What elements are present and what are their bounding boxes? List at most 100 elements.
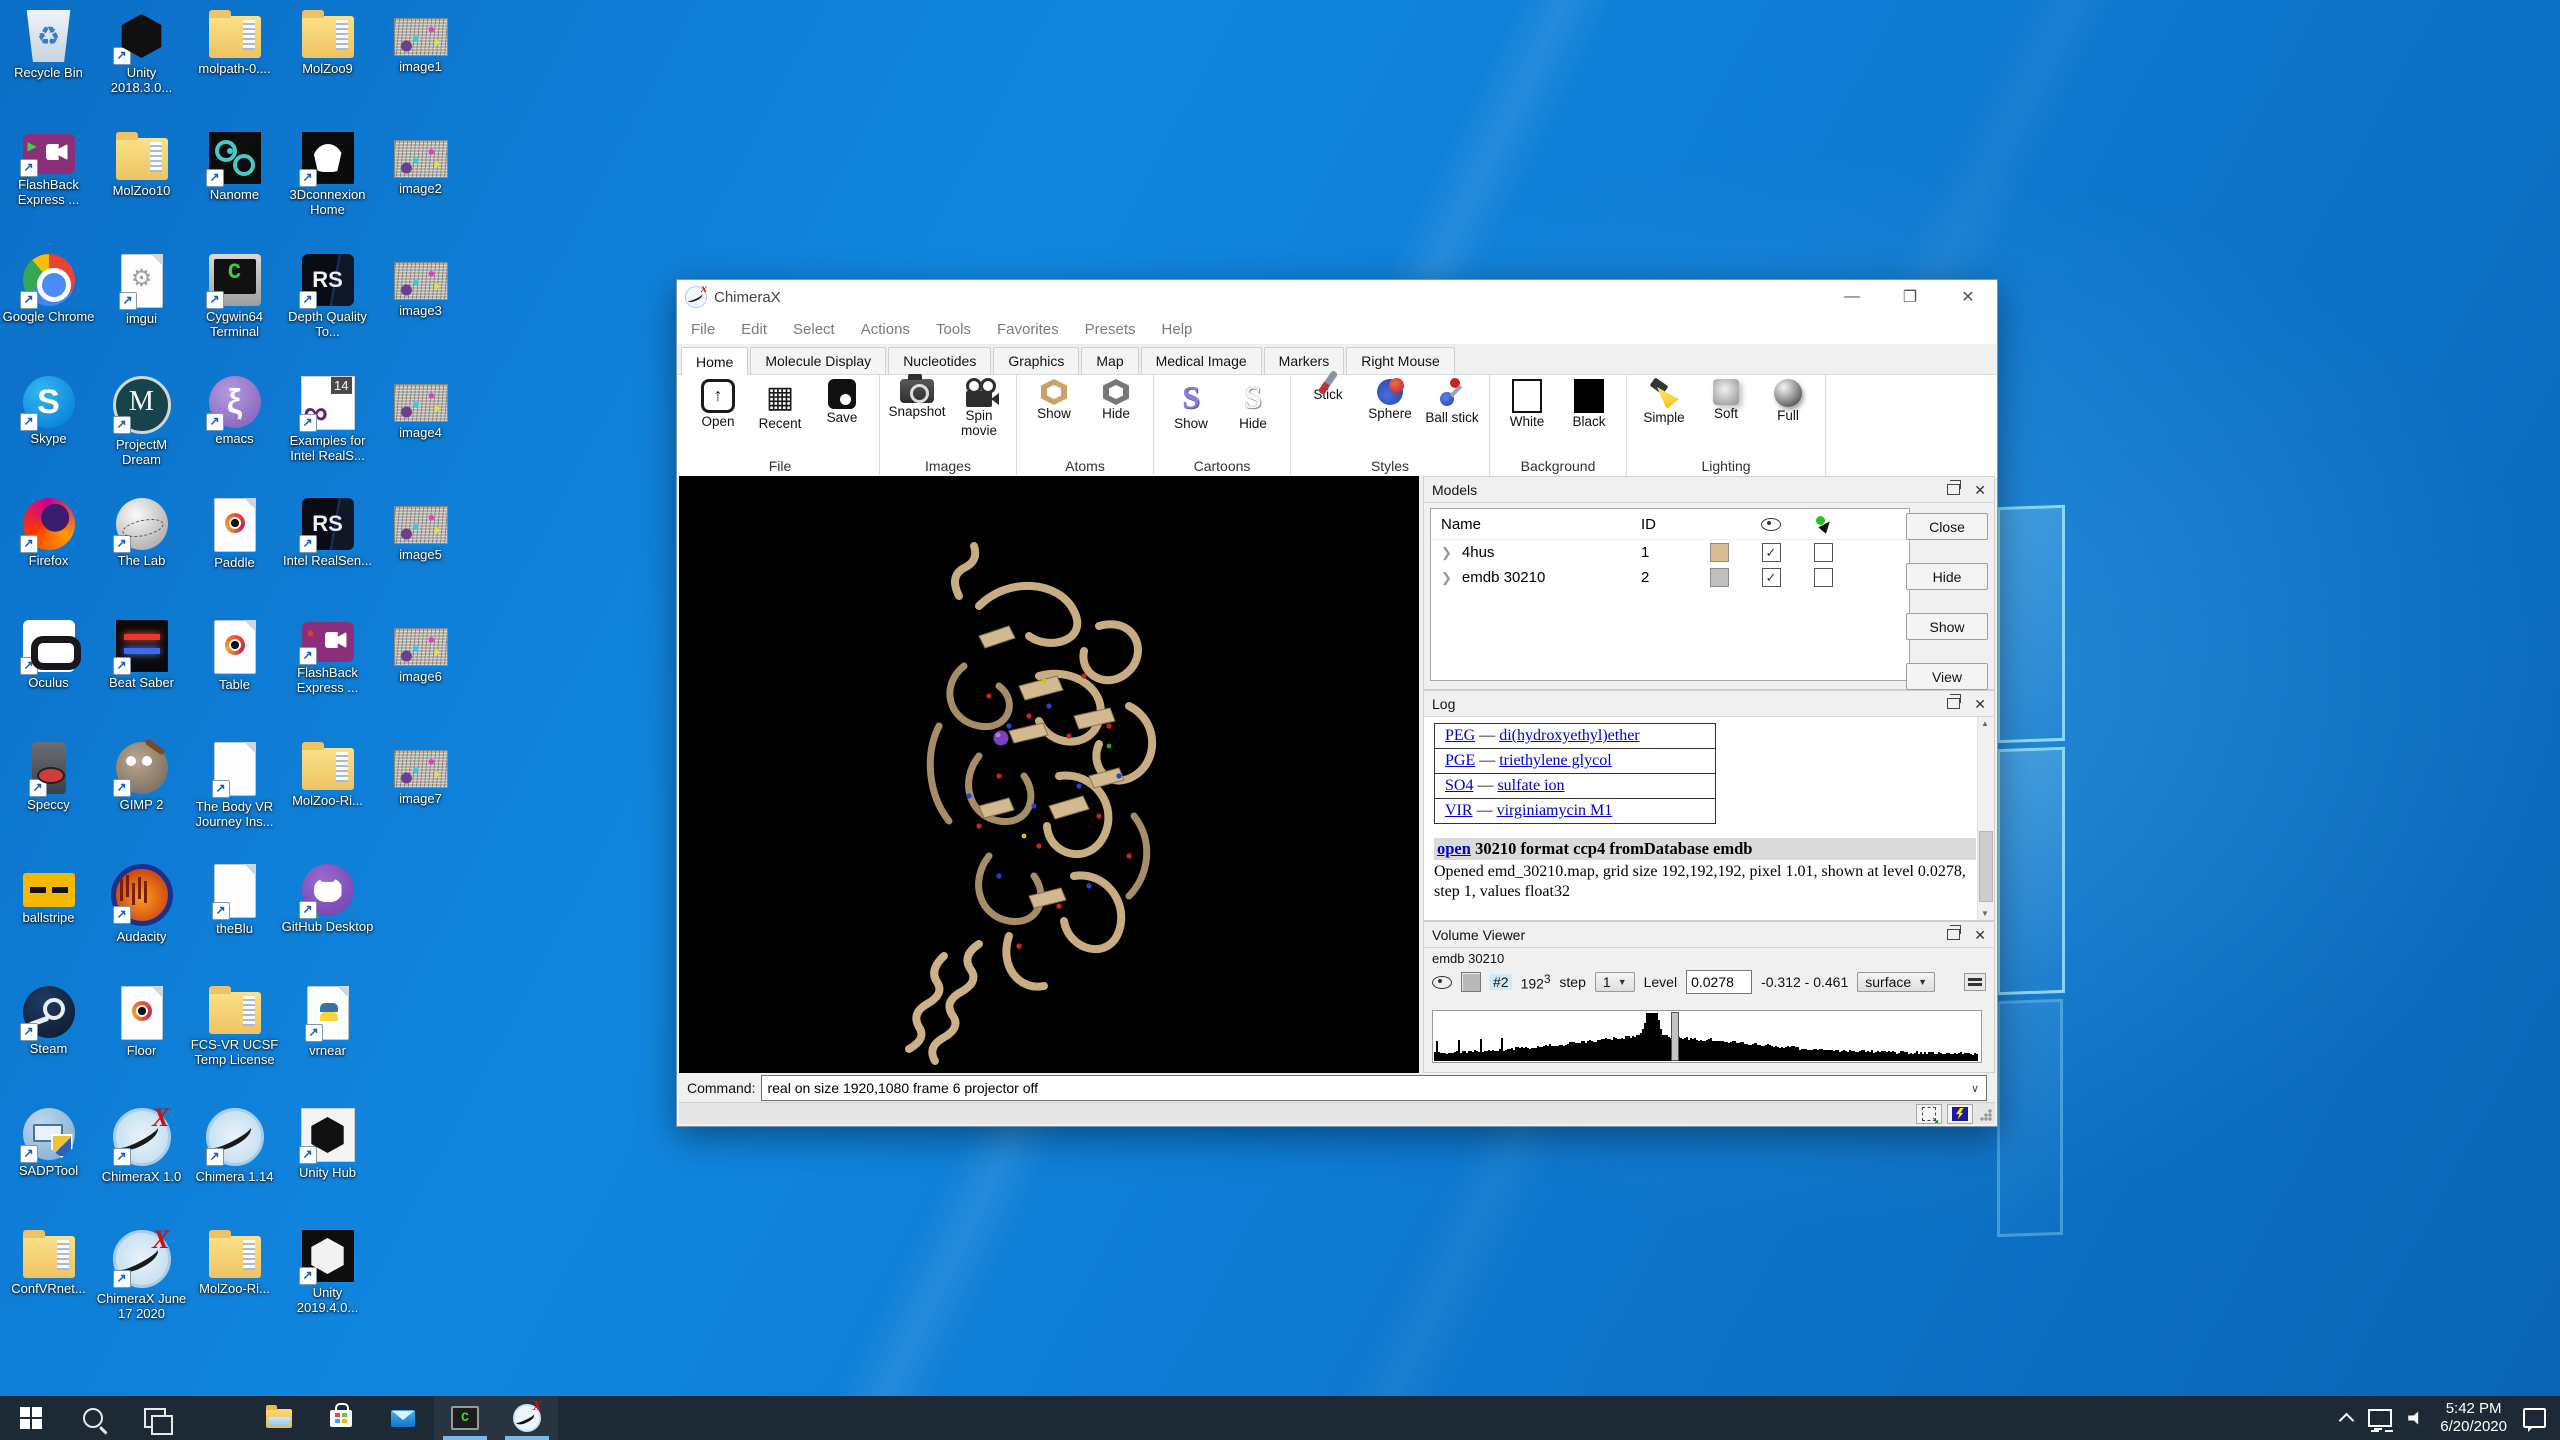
maximize-button[interactable]: ❐: [1881, 280, 1939, 314]
desktop-icon[interactable]: ↗ Floor: [95, 986, 188, 1108]
desktop-icon[interactable]: ↗ Intel RealSen...: [281, 498, 374, 620]
level-input[interactable]: [1686, 970, 1752, 994]
desktop-icon[interactable]: ↗ image3: [374, 254, 467, 376]
log-scrollbar[interactable]: [1977, 717, 1994, 920]
float-panel-icon[interactable]: [1947, 929, 1960, 940]
model-shown-checkbox[interactable]: ✓: [1762, 568, 1781, 587]
desktop-icon[interactable]: ↗ molpath-0....: [188, 10, 281, 132]
desktop-icon[interactable]: ↗ ProjectM Dream: [95, 376, 188, 498]
volume-level-slider[interactable]: [1671, 1012, 1679, 1061]
ribbon-button[interactable]: Ball stick: [1423, 379, 1481, 457]
desktop-icon[interactable]: ↗ Firefox: [2, 498, 95, 620]
ribbon-button[interactable]: Stick: [1299, 379, 1357, 457]
expander-icon[interactable]: ❯: [1441, 570, 1452, 586]
expander-icon[interactable]: ❯: [1441, 545, 1452, 561]
desktop-icon[interactable]: ↗ Speccy: [2, 742, 95, 864]
ribbon-button[interactable]: Simple: [1635, 379, 1693, 457]
close-button[interactable]: ✕: [1939, 280, 1997, 314]
ligand-name-link[interactable]: virginiamycin M1: [1497, 802, 1613, 819]
desktop-icon[interactable]: ↗ Examples for Intel RealS...: [281, 376, 374, 498]
action-center-icon[interactable]: [2523, 1408, 2546, 1428]
desktop-icon[interactable]: ↗ FlashBack Express ...: [2, 132, 95, 254]
taskbar-button[interactable]: [186, 1396, 248, 1440]
log-scrollbar-thumb[interactable]: [1979, 831, 1993, 902]
desktop-icon[interactable]: ↗ Unity 2019.4.0...: [281, 1230, 374, 1352]
taskbar-clock[interactable]: 5:42 PM 6/20/2020: [2440, 1400, 2507, 1436]
ribbon-button[interactable]: Full: [1759, 379, 1817, 457]
desktop-icon[interactable]: ↗ image1: [374, 10, 467, 132]
ribbon-tab[interactable]: Medical Image: [1141, 347, 1262, 374]
selection-mode-button[interactable]: [1916, 1104, 1942, 1124]
ribbon-button[interactable]: Hide: [1087, 379, 1145, 457]
taskbar-button[interactable]: [372, 1396, 434, 1440]
ribbon-button[interactable]: Snapshot: [888, 379, 946, 457]
ribbon-tab[interactable]: Nucleotides: [888, 347, 991, 374]
desktop-icon[interactable]: ↗ Depth Quality To...: [281, 254, 374, 376]
ribbon-tab[interactable]: Home: [681, 347, 748, 375]
menu-item[interactable]: Help: [1162, 321, 1193, 338]
desktop-icon[interactable]: ↗ Beat Saber: [95, 620, 188, 742]
desktop-icon[interactable]: ↗ vrnear: [281, 986, 374, 1108]
desktop-icon[interactable]: ↗ GitHub Desktop: [281, 864, 374, 986]
close-panel-icon[interactable]: ✕: [1974, 698, 1986, 710]
shrink-panel-button[interactable]: [1964, 973, 1986, 991]
taskbar-button[interactable]: [310, 1396, 372, 1440]
models-action-button[interactable]: Show: [1906, 613, 1988, 640]
ligand-code-link[interactable]: PEG: [1445, 727, 1475, 744]
ribbon-button[interactable]: Hide: [1224, 379, 1282, 457]
desktop-icon[interactable]: ↗ ChimeraX June 17 2020: [95, 1230, 188, 1352]
display-style-dropdown[interactable]: surface▼: [1857, 972, 1935, 992]
desktop-icon[interactable]: ↗ 3Dconnexion Home: [281, 132, 374, 254]
desktop-icon[interactable]: ↗ ChimeraX 1.0: [95, 1108, 188, 1230]
model-row[interactable]: ❯ emdb 30210 2 ✓ ✓: [1431, 565, 1909, 590]
desktop-icon[interactable]: ↗ SADPTool: [2, 1108, 95, 1230]
desktop-icon[interactable]: ↗ GIMP 2: [95, 742, 188, 864]
desktop-icon[interactable]: ↗ emacs: [188, 376, 281, 498]
desktop-icon[interactable]: ↗ Paddle: [188, 498, 281, 620]
desktop-icon[interactable]: ↗ image5: [374, 498, 467, 620]
desktop-icon[interactable]: ↗ Nanome: [188, 132, 281, 254]
taskbar-button[interactable]: [248, 1396, 310, 1440]
taskbar-button[interactable]: [124, 1396, 186, 1440]
desktop-icon[interactable]: ↗ image4: [374, 376, 467, 498]
volume-speaker-icon[interactable]: [2408, 1411, 2424, 1425]
desktop-icon[interactable]: ↗ image7: [374, 742, 467, 864]
taskbar-button[interactable]: [0, 1396, 62, 1440]
ribbon-tab[interactable]: Map: [1081, 347, 1138, 374]
desktop-icon[interactable]: ↗ FCS-VR UCSF Temp License: [188, 986, 281, 1108]
model-selected-checkbox[interactable]: ✓: [1814, 543, 1833, 562]
model-selected-checkbox[interactable]: ✓: [1814, 568, 1833, 587]
ribbon-button[interactable]: Open: [689, 379, 747, 457]
model-row[interactable]: ❯ 4hus 1 ✓ ✓: [1431, 540, 1909, 565]
ribbon-button[interactable]: White: [1498, 379, 1556, 457]
close-panel-icon[interactable]: ✕: [1974, 484, 1986, 496]
fast-mode-button[interactable]: [1947, 1104, 1973, 1124]
title-bar[interactable]: ChimeraX — ❐ ✕: [677, 280, 1997, 314]
ribbon-tab[interactable]: Molecule Display: [750, 347, 886, 374]
models-action-button[interactable]: Hide: [1906, 563, 1988, 590]
resize-grip[interactable]: [1980, 1109, 1992, 1121]
desktop-icon[interactable]: ↗ Skype: [2, 376, 95, 498]
float-panel-icon[interactable]: [1947, 484, 1960, 495]
ribbon-tab[interactable]: Right Mouse: [1346, 347, 1455, 374]
desktop-icon[interactable]: ↗ Google Chrome: [2, 254, 95, 376]
desktop-icon[interactable]: ↗ Oculus: [2, 620, 95, 742]
volume-eye-icon[interactable]: [1432, 976, 1452, 989]
ligand-code-link[interactable]: PGE: [1445, 752, 1475, 769]
desktop-icon[interactable]: ↗ MolZoo9: [281, 10, 374, 132]
desktop-icon[interactable]: ↗ image6: [374, 620, 467, 742]
menu-item[interactable]: Presets: [1085, 321, 1136, 338]
taskbar-button[interactable]: [62, 1396, 124, 1440]
3d-viewport[interactable]: [679, 476, 1419, 1073]
desktop-icon[interactable]: ↗ Unity Hub: [281, 1108, 374, 1230]
desktop-icon[interactable]: ↗ ballstripe: [2, 864, 95, 986]
desktop-icon[interactable]: ↗ FlashBack Express ...: [281, 620, 374, 742]
command-history-chevron-icon[interactable]: ∨: [1964, 1082, 1986, 1095]
desktop-icon[interactable]: ↗ ConfVRnet...: [2, 1230, 95, 1352]
models-action-button[interactable]: View: [1906, 663, 1988, 690]
ribbon-button[interactable]: Black: [1560, 379, 1618, 457]
tray-chevron-up-icon[interactable]: [2339, 1412, 2355, 1428]
volume-histogram[interactable]: [1432, 1010, 1982, 1063]
ribbon-tab[interactable]: Graphics: [993, 347, 1079, 374]
step-dropdown[interactable]: 1▼: [1595, 972, 1635, 992]
